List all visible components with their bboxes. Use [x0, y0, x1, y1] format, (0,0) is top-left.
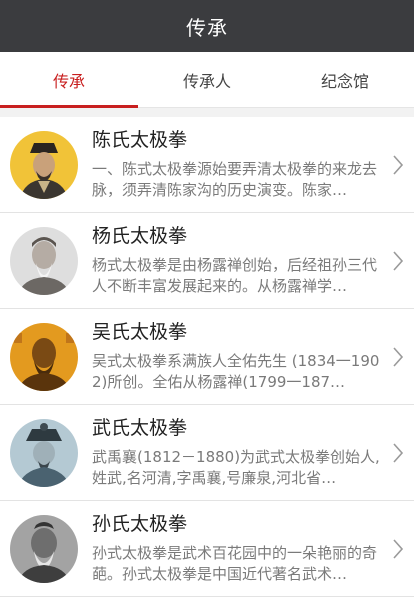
list-item[interactable]: 孙氏太极拳 孙式太极拳是武术百花园中的一朵艳丽的奇葩。孙式太极拳是中国近代著名武… [0, 501, 414, 597]
tab-label: 传承 [52, 71, 85, 91]
item-description: 一、陈式太极拳源始要弄清太极拳的来龙去脉，须弄清陈家沟的历史演变。陈家… [92, 159, 378, 199]
list-item[interactable]: 杨氏太极拳 杨式太极拳是由杨露禅创始，后经祖孙三代人不断丰富发展起来的。从杨露禅… [0, 213, 414, 309]
chevron-right-icon [392, 442, 404, 464]
chevron-right-icon [392, 538, 404, 560]
portrait-chen-icon [10, 130, 78, 199]
item-title: 吴氏太极拳 [92, 320, 188, 343]
portrait-yang-icon [10, 226, 78, 295]
chevron-right-icon [392, 346, 404, 368]
tab-inheritance[interactable]: 传承 [0, 52, 138, 108]
item-title: 杨氏太极拳 [92, 224, 188, 247]
app-header: 传承 [0, 0, 414, 52]
item-description: 吴式太极拳系满族人全佑先生 (1834一1902)所创。全佑从杨露禅(1799一… [92, 351, 380, 391]
page-title: 传承 [186, 15, 228, 40]
list-item[interactable]: 陈氏太极拳 一、陈式太极拳源始要弄清太极拳的来龙去脉，须弄清陈家沟的历史演变。陈… [0, 117, 414, 213]
tab-inheritors[interactable]: 传承人 [138, 52, 276, 107]
tab-bar: 传承 传承人 纪念馆 [0, 52, 414, 108]
item-description: 武禹襄(1812－1880)为武式太极拳创始人,姓武,名河清,字禹襄,号廉泉,河… [92, 447, 380, 487]
section-divider [0, 108, 414, 117]
item-title: 武氏太极拳 [92, 416, 188, 439]
chevron-right-icon [392, 154, 404, 176]
portrait-wu-icon [10, 322, 78, 391]
item-title: 孙氏太极拳 [92, 512, 188, 535]
list-item[interactable]: 武氏太极拳 武禹襄(1812－1880)为武式太极拳创始人,姓武,名河清,字禹襄… [0, 405, 414, 501]
list-item[interactable]: 吴氏太极拳 吴式太极拳系满族人全佑先生 (1834一1902)所创。全佑从杨露禅… [0, 309, 414, 405]
item-description: 杨式太极拳是由杨露禅创始，后经祖孙三代人不断丰富发展起来的。从杨露禅学… [92, 255, 378, 295]
chevron-right-icon [392, 250, 404, 272]
tab-label: 传承人 [182, 71, 231, 91]
tab-label: 纪念馆 [320, 71, 369, 91]
item-description: 孙式太极拳是武术百花园中的一朵艳丽的奇葩。孙式太极拳是中国近代著名武术… [92, 543, 378, 583]
portrait-wu2-icon [10, 418, 78, 487]
item-title: 陈氏太极拳 [92, 128, 188, 151]
style-list: 陈氏太极拳 一、陈式太极拳源始要弄清太极拳的来龙去脉，须弄清陈家沟的历史演变。陈… [0, 117, 414, 597]
tab-memorial[interactable]: 纪念馆 [276, 52, 414, 107]
portrait-sun-icon [10, 514, 78, 583]
